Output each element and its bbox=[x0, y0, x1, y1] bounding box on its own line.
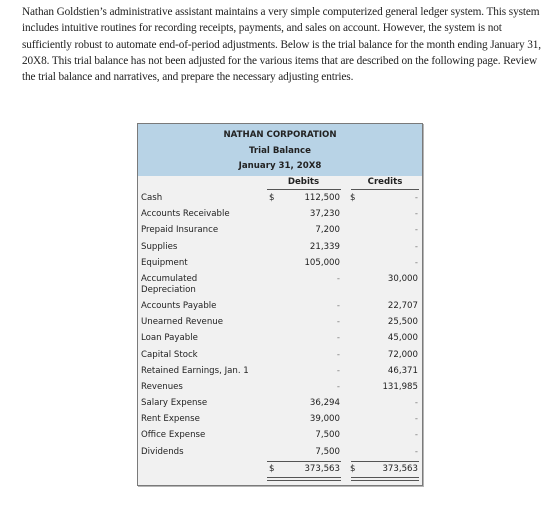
account-name: Supplies bbox=[141, 241, 178, 252]
debit-amount: 105,000 bbox=[304, 257, 340, 268]
account-name: Office Expense bbox=[141, 430, 206, 441]
statement-title: Trial Balance bbox=[249, 145, 311, 156]
problem-narrative: Nathan Goldstien’s administrative assist… bbox=[22, 4, 552, 85]
debit-amount: - bbox=[336, 317, 340, 328]
table-row: Retained Earnings, Jan. 1 - 46,371 bbox=[138, 363, 422, 379]
credit-total-rule bbox=[351, 460, 419, 462]
account-name: Salary Expense bbox=[141, 398, 208, 409]
debit-amount: 7,500 bbox=[315, 430, 340, 441]
trial-balance-header: NATHAN CORPORATION Trial Balance January… bbox=[138, 124, 422, 176]
account-name: Accounts Payable bbox=[141, 300, 217, 311]
totals-row: $ 373,563 $ 373,563 bbox=[138, 463, 422, 477]
credit-amount: - bbox=[414, 398, 418, 409]
debit-amount: 7,500 bbox=[315, 446, 340, 457]
account-name: Accounts Receivable bbox=[141, 209, 230, 220]
table-row: Accounts Payable - 22,707 bbox=[138, 298, 422, 314]
debit-amount: 39,000 bbox=[309, 414, 340, 425]
account-name: Accumulated Depreciation bbox=[141, 273, 198, 295]
account-name: Prepaid Insurance bbox=[141, 225, 219, 236]
table-row: Office Expense 7,500 - bbox=[138, 427, 422, 443]
credit-amount: - bbox=[414, 241, 418, 252]
credit-currency: $ bbox=[350, 193, 356, 203]
debit-amount: - bbox=[336, 273, 340, 284]
account-name: Unearned Revenue bbox=[141, 317, 224, 328]
credits-header: Credits bbox=[367, 177, 403, 187]
credit-amount: 72,000 bbox=[387, 349, 418, 360]
table-row: Salary Expense 36,294 - bbox=[138, 395, 422, 411]
table-row: Capital Stock - 72,000 bbox=[138, 347, 422, 363]
credit-amount: - bbox=[414, 193, 418, 203]
credit-amount: 45,000 bbox=[387, 333, 418, 344]
account-name: Rent Expense bbox=[141, 414, 200, 425]
debit-amount: - bbox=[336, 381, 340, 392]
credit-amount: 25,500 bbox=[387, 317, 418, 328]
account-name: Revenues bbox=[141, 381, 183, 392]
table-row: Unearned Revenue - 25,500 bbox=[138, 314, 422, 330]
account-name: Dividends bbox=[141, 446, 184, 457]
debit-double-rule bbox=[267, 476, 341, 481]
table-row: Supplies 21,339 - bbox=[138, 239, 422, 255]
company-name: NATHAN CORPORATION bbox=[223, 130, 337, 140]
table-row: Cash $ $112,500 - bbox=[138, 190, 422, 206]
trial-balance-table: NATHAN CORPORATION Trial Balance January… bbox=[137, 123, 423, 486]
debit-amount: 112,500 bbox=[304, 193, 340, 203]
credit-amount: 22,707 bbox=[387, 300, 418, 311]
table-row: Dividends 7,500 - bbox=[138, 444, 422, 460]
debit-currency: $ bbox=[269, 193, 275, 203]
column-header-row: Debits Credits bbox=[138, 176, 422, 190]
debit-amount: 37,230 bbox=[309, 209, 340, 220]
debit-total-rule bbox=[267, 460, 341, 462]
total-double-underline bbox=[138, 476, 422, 482]
credit-amount: 46,371 bbox=[387, 365, 418, 376]
debit-amount: - bbox=[336, 333, 340, 344]
debit-total-currency: $ bbox=[269, 463, 275, 474]
account-rows: Cash $ $112,500 - Accounts Receivable 37,230 -… bbox=[138, 190, 422, 460]
debits-header: Debits bbox=[287, 177, 320, 187]
credit-total: 373,563 bbox=[382, 463, 418, 474]
account-name: Cash bbox=[141, 193, 163, 203]
credit-amount: - bbox=[414, 414, 418, 425]
credit-double-rule bbox=[351, 476, 419, 481]
credit-total-currency: $ bbox=[350, 463, 356, 474]
table-row: Accounts Receivable 37,230 - bbox=[138, 206, 422, 222]
debit-amount: - bbox=[336, 349, 340, 360]
table-row: Loan Payable - 45,000 bbox=[138, 330, 422, 346]
account-name: Equipment bbox=[141, 257, 188, 268]
debit-amount: - bbox=[336, 365, 340, 376]
credit-amount: 30,000 bbox=[387, 273, 418, 284]
debit-amount: 7,200 bbox=[315, 225, 340, 236]
debit-amount: 21,339 bbox=[309, 241, 340, 252]
account-name: Capital Stock bbox=[141, 349, 198, 360]
account-name: Loan Payable bbox=[141, 333, 198, 344]
credit-amount: - bbox=[414, 430, 418, 441]
table-row: Accumulated Depreciation - 30,000 bbox=[138, 271, 422, 298]
credit-amount: - bbox=[414, 225, 418, 236]
debit-total: 373,563 bbox=[304, 463, 340, 474]
debit-amount: - bbox=[336, 300, 340, 311]
table-row: Revenues - 131,985 bbox=[138, 379, 422, 395]
account-name: Retained Earnings, Jan. 1 bbox=[141, 365, 249, 376]
table-row: Rent Expense 39,000 - bbox=[138, 411, 422, 427]
debit-amount: 36,294 bbox=[309, 398, 340, 409]
credit-amount: - bbox=[414, 446, 418, 457]
narrative-text: Nathan Goldstien’s administrative assist… bbox=[22, 6, 541, 84]
table-row: Equipment 105,000 - bbox=[138, 255, 422, 271]
statement-date: January 31, 20X8 bbox=[238, 161, 322, 171]
credit-amount: 131,985 bbox=[382, 381, 418, 392]
credit-amount: - bbox=[414, 257, 418, 268]
table-row: Prepaid Insurance 7,200 - bbox=[138, 222, 422, 238]
credit-amount: - bbox=[414, 209, 418, 220]
